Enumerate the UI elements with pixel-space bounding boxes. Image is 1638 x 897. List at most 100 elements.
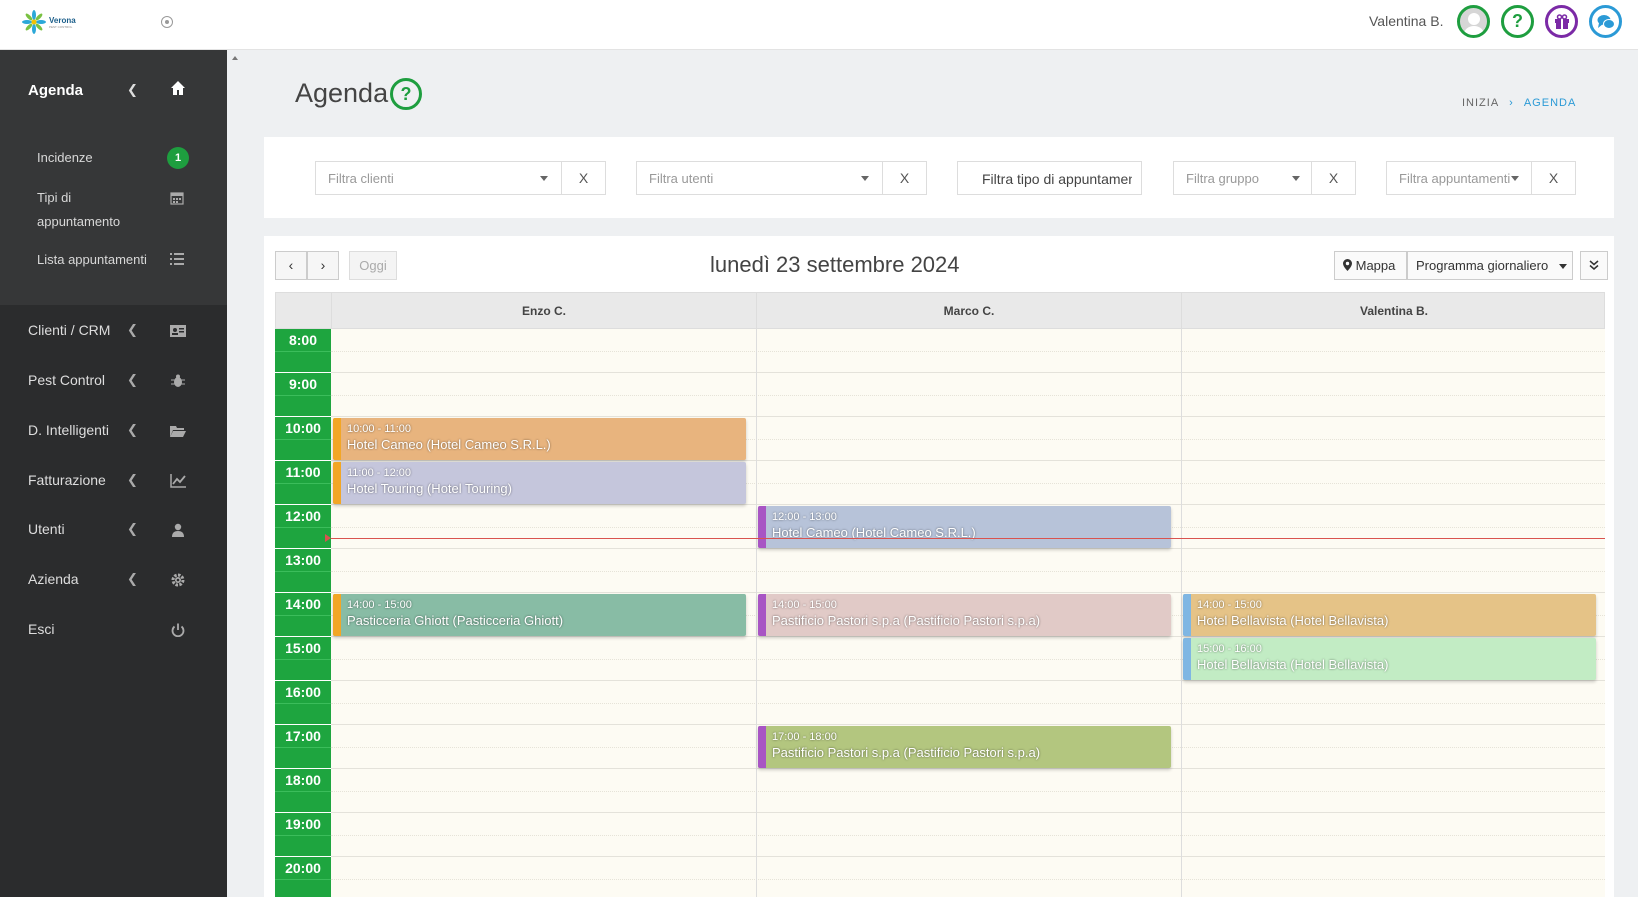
event-time: 12:00 - 13:00: [772, 511, 837, 523]
event-time: 11:00 - 12:00: [347, 467, 412, 479]
event-time: 15:00 - 16:00: [1197, 643, 1262, 655]
event-color-bar: [758, 726, 766, 768]
clear-appuntamenti-button[interactable]: X: [1532, 161, 1576, 195]
gruppo-filter-select[interactable]: Filtra gruppo: [1173, 161, 1312, 195]
half-hour-gridline: [331, 395, 1605, 396]
sidebar-agenda-section: Agenda ❮ Incidenze 1 Tipi di appuntament…: [0, 50, 227, 305]
time-slot-label: 13:00: [275, 549, 331, 593]
hour-gridline: [331, 548, 1605, 549]
appointment-event[interactable]: 14:00 - 15:00 Pasticceria Ghiott (Pasticc…: [333, 594, 746, 636]
hour-label: 13:00: [285, 552, 321, 568]
caret-down-icon: [1511, 176, 1519, 181]
appointment-event[interactable]: 14:00 - 15:00 Pastificio Pastori s.p.a (P…: [758, 594, 1171, 636]
sidebar-toggle-icon[interactable]: [161, 16, 173, 28]
appointment-event[interactable]: 14:00 - 15:00 Hotel Bellavista (Hotel Bel…: [1183, 594, 1596, 636]
hour-label: 12:00: [285, 508, 321, 524]
utenti-filter-select[interactable]: Filtra utenti: [636, 161, 883, 195]
chevron-left-icon: ❮: [127, 571, 138, 586]
resource-column-header: Enzo C.: [331, 293, 756, 330]
sidebar-item-pest-control[interactable]: Pest Control ❮: [0, 361, 227, 401]
expand-options-button[interactable]: [1580, 251, 1608, 280]
clear-gruppo-button[interactable]: X: [1312, 161, 1356, 195]
resource-header-row: Enzo C. Marco C. Valentina B.: [275, 292, 1605, 330]
breadcrumb-home-link[interactable]: INIZIA: [1462, 97, 1499, 109]
sidebar-item-azienda[interactable]: Azienda ❮: [0, 560, 227, 600]
current-user-name[interactable]: Valentina B.: [1369, 13, 1443, 29]
half-hour-gridline: [331, 879, 1605, 880]
appointment-event[interactable]: 10:00 - 11:00 Hotel Cameo (Hotel Cameo S.…: [333, 418, 746, 460]
page-help-icon[interactable]: ?: [390, 78, 422, 110]
hour-label: 14:00: [285, 596, 321, 612]
hour-label: 10:00: [285, 420, 321, 436]
hour-gridline: [331, 724, 1605, 725]
hour-label: 15:00: [285, 640, 321, 656]
prev-day-button[interactable]: ‹: [275, 251, 307, 280]
event-title: Pastificio Pastori s.p.a (Pastificio Pas…: [772, 745, 1041, 760]
today-button[interactable]: Oggi: [349, 251, 397, 280]
sidebar-item-d-intelligenti[interactable]: D. Intelligenti ❮: [0, 411, 227, 451]
scroll-up-arrow-icon[interactable]: [232, 56, 238, 60]
time-axis: 8:00 9:00 10:00 11:00 12:00 13:00 14:00 15:00 16…: [275, 329, 331, 897]
chart-line-icon: [170, 474, 186, 488]
sidebar-item-incidenze[interactable]: Incidenze 1: [0, 146, 227, 170]
caret-down-icon: [540, 176, 548, 181]
sidebar-item-utenti[interactable]: Utenti ❮: [0, 510, 227, 550]
list-icon: [170, 253, 184, 265]
clear-clienti-button[interactable]: X: [562, 161, 606, 195]
company-logo[interactable]: Verona PEST CONTROL: [22, 10, 76, 34]
id-card-icon: [170, 325, 186, 337]
filter-placeholder: Filtra gruppo: [1186, 171, 1259, 186]
caret-down-icon: [861, 176, 869, 181]
user-avatar-icon[interactable]: [1457, 5, 1490, 38]
half-hour-gridline: [331, 571, 1605, 572]
tipo-appuntamento-filter-input[interactable]: Filtra tipo di appuntamento: [957, 161, 1142, 195]
sidebar-item-fatturazione[interactable]: Fatturazione ❮: [0, 461, 227, 501]
day-schedule-grid: Enzo C. Marco C. Valentina B. 8:00 9:00 10…: [275, 292, 1605, 897]
sidebar-item-esci[interactable]: Esci: [0, 610, 227, 650]
chat-icon[interactable]: [1589, 5, 1622, 38]
sidebar-item-agenda[interactable]: Agenda ❮: [0, 72, 227, 112]
event-color-bar: [1183, 638, 1191, 680]
sidebar-item-lista-appuntamenti[interactable]: Lista appuntamenti: [0, 248, 227, 272]
sidebar-item-label: D. Intelligenti: [28, 422, 109, 438]
gift-icon[interactable]: [1545, 5, 1578, 38]
time-slot-label: 16:00: [275, 681, 331, 725]
chevron-left-icon: ❮: [127, 472, 138, 487]
logo-subtext: PEST CONTROL: [49, 24, 73, 29]
chevron-left-icon: ❮: [127, 422, 138, 437]
appointment-event[interactable]: 12:00 - 13:00 Hotel Cameo (Hotel Cameo S.…: [758, 506, 1171, 548]
schedule-body[interactable]: 10:00 - 11:00 Hotel Cameo (Hotel Cameo S.…: [325, 329, 1605, 897]
half-hour-gridline: [331, 791, 1605, 792]
appuntamenti-filter-select[interactable]: Filtra appuntamenti: [1386, 161, 1532, 195]
sidebar: Agenda ❮ Incidenze 1 Tipi di appuntament…: [0, 50, 227, 897]
clienti-filter-select[interactable]: Filtra clienti: [315, 161, 562, 195]
hour-gridline: [331, 592, 1605, 593]
event-title: Hotel Bellavista (Hotel Bellavista): [1197, 657, 1389, 672]
event-color-bar: [1183, 594, 1191, 636]
map-button[interactable]: Mappa: [1334, 251, 1407, 280]
chevron-left-icon: ❮: [127, 372, 138, 387]
current-time-indicator: [325, 534, 1605, 542]
hour-gridline: [331, 504, 1605, 505]
time-slot-label: 9:00: [275, 373, 331, 417]
next-day-button[interactable]: ›: [307, 251, 339, 280]
sidebar-item-tipi-appuntamento[interactable]: Tipi di appuntamento: [0, 186, 227, 234]
view-select[interactable]: Programma giornaliero: [1407, 251, 1573, 280]
help-icon[interactable]: ?: [1501, 5, 1534, 38]
hour-gridline: [331, 768, 1605, 769]
appointment-event[interactable]: 17:00 - 18:00 Pastificio Pastori s.p.a (P…: [758, 726, 1171, 768]
sidebar-item-label: Incidenze: [37, 150, 93, 165]
filter-placeholder: Filtra utenti: [649, 171, 714, 186]
sidebar-item-label: Fatturazione: [28, 472, 106, 488]
view-select-label: Programma giornaliero: [1416, 258, 1549, 273]
breadcrumb: INIZIA › AGENDA: [1462, 97, 1576, 109]
resource-column-header: Marco C.: [756, 293, 1181, 330]
sidebar-item-clienti-crm[interactable]: Clienti / CRM ❮: [0, 311, 227, 351]
appointment-event[interactable]: 11:00 - 12:00 Hotel Touring (Hotel Tourin…: [333, 462, 746, 504]
calendar-date-title: lunedì 23 settembre 2024: [710, 252, 960, 277]
event-title: Hotel Bellavista (Hotel Bellavista): [1197, 613, 1389, 628]
hour-gridline: [331, 680, 1605, 681]
appointment-event[interactable]: 15:00 - 16:00 Hotel Bellavista (Hotel Bel…: [1183, 638, 1596, 680]
clear-utenti-button[interactable]: X: [883, 161, 927, 195]
map-marker-icon: [1343, 259, 1352, 271]
